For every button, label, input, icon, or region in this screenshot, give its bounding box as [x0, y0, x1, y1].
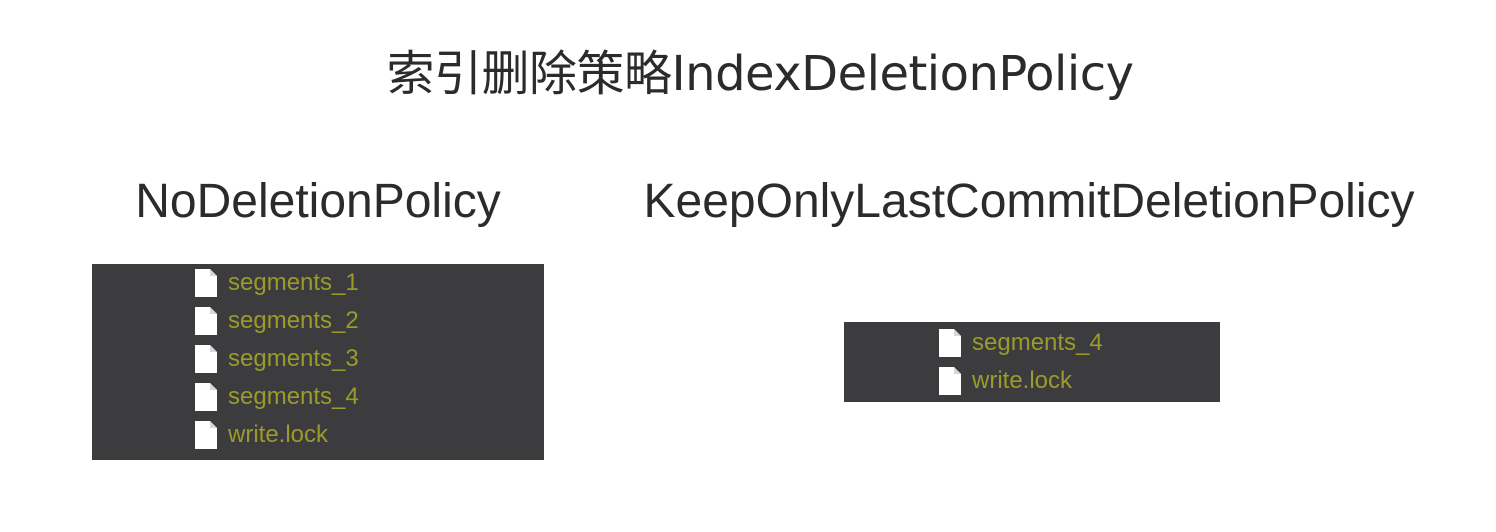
file-item[interactable]: segments_4 [194, 378, 359, 416]
file-icon [939, 367, 961, 395]
file-name: segments_4 [972, 329, 1103, 356]
policy-title-no-deletion: NoDeletionPolicy [135, 175, 501, 228]
no-deletion-file-panel: segments_1 segments_2 segments_3 segment… [92, 264, 544, 460]
file-item[interactable]: segments_1 [194, 264, 359, 302]
file-list: segments_1 segments_2 segments_3 segment… [194, 264, 359, 454]
file-name: segments_4 [228, 383, 359, 410]
file-icon [195, 383, 217, 411]
file-icon [195, 269, 217, 297]
file-name: segments_3 [228, 345, 359, 372]
file-icon [939, 329, 961, 357]
file-icon [195, 421, 217, 449]
page-title: 索引删除策略IndexDeletionPolicy [386, 46, 1134, 102]
file-list: segments_4 write.lock [938, 324, 1103, 400]
file-icon [195, 345, 217, 373]
policy-title-keep-only-last-commit: KeepOnlyLastCommitDeletionPolicy [643, 175, 1415, 228]
file-name: segments_1 [228, 269, 359, 296]
file-name: segments_2 [228, 307, 359, 334]
file-item[interactable]: segments_4 [938, 324, 1103, 362]
file-icon [195, 307, 217, 335]
file-item[interactable]: write.lock [194, 416, 359, 454]
file-name: write.lock [228, 421, 329, 448]
file-item[interactable]: segments_2 [194, 302, 359, 340]
keep-only-last-commit-file-panel: segments_4 write.lock [844, 322, 1220, 402]
file-name: write.lock [972, 367, 1073, 394]
file-item[interactable]: write.lock [938, 362, 1103, 400]
file-item[interactable]: segments_3 [194, 340, 359, 378]
